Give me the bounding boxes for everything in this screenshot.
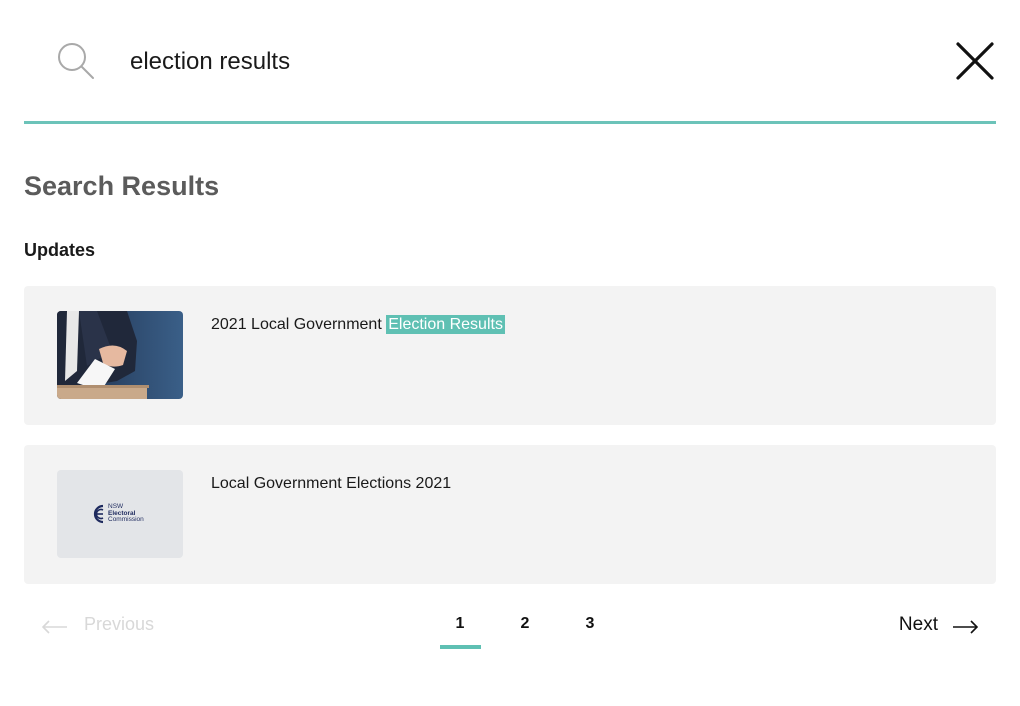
logo-wordmark: NSW Electoral Commission: [108, 503, 144, 523]
previous-label: Previous: [84, 614, 155, 634]
active-page-indicator: [440, 645, 481, 649]
close-icon[interactable]: [954, 40, 996, 82]
result-card[interactable]: 2021 Local Government Election Results: [24, 286, 996, 425]
search-bar: [24, 0, 996, 124]
search-term-highlight: Election Results: [386, 315, 505, 334]
result-title[interactable]: 2021 Local Government Election Results: [211, 315, 505, 334]
arrow-left-icon: [41, 618, 68, 634]
nsw-electoral-commission-logo: NSW Electoral Commission: [57, 470, 183, 558]
page-button-2[interactable]: 2: [505, 615, 545, 633]
page-button-3[interactable]: 3: [570, 615, 610, 633]
page-title: Search Results: [24, 171, 220, 201]
result-title-text: 2021 Local Government: [211, 316, 387, 333]
result-title-text: Local Government Elections 2021: [211, 475, 452, 492]
page-button-1[interactable]: 1: [440, 615, 480, 633]
arrow-right-icon: [952, 618, 979, 634]
next-label: Next: [898, 614, 938, 635]
pagination: Previous 1 2 3 Next: [24, 606, 996, 656]
search-icon: [56, 41, 96, 81]
result-title[interactable]: Local Government Elections 2021: [211, 475, 451, 493]
ballot-box-photo: [57, 311, 183, 399]
search-results-page: Search Results Updates: [0, 0, 1020, 706]
previous-button[interactable]: Previous: [41, 614, 155, 635]
next-button[interactable]: Next: [898, 614, 979, 636]
result-card[interactable]: NSW Electoral Commission Local Governmen…: [24, 445, 996, 584]
electoral-commission-mark-icon: [90, 503, 108, 525]
section-title-updates: Updates: [24, 240, 96, 260]
search-input[interactable]: [130, 42, 890, 82]
